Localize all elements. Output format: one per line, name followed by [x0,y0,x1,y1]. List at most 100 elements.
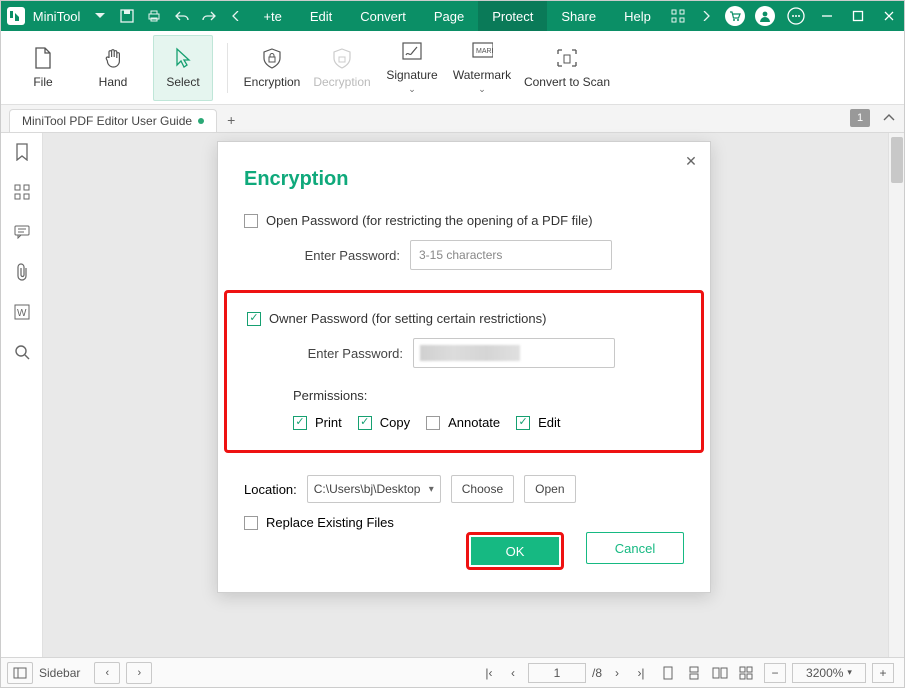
sidebar-label: Sidebar [39,666,80,680]
attachment-icon[interactable] [11,261,33,283]
dropdown-icon[interactable] [86,1,113,31]
page-next-icon[interactable]: › [608,666,626,680]
sidebar-prev[interactable]: ‹ [94,662,120,684]
perm-edit-label: Edit [538,415,560,430]
replace-files-checkbox[interactable] [244,516,258,530]
menu-page[interactable]: Page [420,1,478,31]
choose-button[interactable]: Choose [451,475,514,503]
ribbon-select[interactable]: Select [153,35,213,101]
perm-annotate-checkbox[interactable] [426,416,440,430]
comments-icon[interactable] [11,221,33,243]
chevron-down-icon: ⌄ [408,84,416,95]
search-icon[interactable] [11,341,33,363]
owner-password-input[interactable] [413,338,615,368]
menu-help[interactable]: Help [610,1,665,31]
app-logo-icon [5,4,27,28]
perm-edit-checkbox[interactable] [516,416,530,430]
collapse-ribbon-icon[interactable] [880,109,898,127]
svg-text:MARK: MARK [476,48,493,55]
ribbon-hand-label: Hand [99,75,128,89]
ribbon-watermark[interactable]: MARK Watermark ⌄ [452,35,512,101]
cancel-button[interactable]: Cancel [586,532,684,564]
ribbon-convert-scan[interactable]: Convert to Scan [522,35,612,101]
zoom-out-button[interactable]: − [764,663,786,683]
unlock-shield-icon [331,47,353,69]
view-grid-icon[interactable] [736,664,756,682]
ribbon-divider [227,43,228,93]
feedback-button[interactable] [781,1,812,31]
page-last-icon[interactable]: ›| [632,666,650,680]
document-tab[interactable]: MiniTool PDF Editor User Guide [9,109,217,132]
enter-password-label-2: Enter Password: [293,346,403,361]
save-icon[interactable] [114,1,141,31]
ribbon-hand[interactable]: Hand [83,35,143,101]
ribbon-encryption-label: Encryption [244,75,301,89]
dialog-title: Encryption [218,142,710,209]
svg-text:W: W [17,308,27,319]
undo-icon[interactable] [168,1,195,31]
owner-password-label: Owner Password (for setting certain rest… [269,311,546,326]
owner-password-highlight: Owner Password (for setting certain rest… [224,290,704,453]
perm-annotate-label: Annotate [448,415,500,430]
ribbon-encryption[interactable]: Encryption [242,35,302,101]
zoom-controls: − 3200%▾ + [764,663,894,683]
document-tabs: MiniTool PDF Editor User Guide + 1 [1,105,904,133]
unsaved-dot-icon [198,118,204,124]
open-password-checkbox[interactable] [244,214,258,228]
scan-icon [556,47,578,69]
enter-password-label: Enter Password: [290,248,400,263]
zoom-value[interactable]: 3200%▾ [792,663,866,683]
menu-edit[interactable]: Edit [296,1,346,31]
menu-convert[interactable]: Convert [346,1,420,31]
scrollbar-thumb[interactable] [891,137,903,183]
redo-icon[interactable] [195,1,222,31]
ribbon-toolbar: File Hand Select Encryption Decryption S… [1,31,904,105]
bookmark-icon[interactable] [11,141,33,163]
ok-button[interactable]: OK [471,537,559,565]
page-navigator: |‹ ‹ 1 /8 › ›| [480,663,650,683]
perm-print-checkbox[interactable] [293,416,307,430]
window-close[interactable] [873,1,904,31]
word-icon[interactable]: W [11,301,33,323]
owner-password-checkbox[interactable] [247,312,261,326]
new-tab-button[interactable]: + [217,108,245,132]
perm-print-label: Print [315,415,342,430]
ribbon-file[interactable]: File [13,35,73,101]
ribbon-signature[interactable]: Signature ⌄ [382,35,442,101]
vertical-scrollbar[interactable] [888,133,904,657]
print-icon[interactable] [141,1,168,31]
page-first-icon[interactable]: |‹ [480,666,498,680]
open-password-input[interactable]: 3-15 characters [410,240,612,270]
window-maximize[interactable] [842,1,873,31]
account-button[interactable] [750,1,781,31]
page-input[interactable]: 1 [528,663,586,683]
menu-prev-icon[interactable] [222,1,249,31]
ribbon-signature-label: Signature [386,68,437,82]
lock-shield-icon [261,47,283,69]
cart-button[interactable] [719,1,750,31]
encryption-dialog: ✕ Encryption Open Password (for restrict… [217,141,711,593]
menu-next-icon[interactable] [692,1,719,31]
chevron-down-icon: ▾ [429,484,434,495]
ribbon-convert-scan-label: Convert to Scan [524,75,610,89]
view-continuous-icon[interactable] [684,664,704,682]
cursor-icon [172,47,194,69]
view-facing-icon[interactable] [710,664,730,682]
location-combo[interactable]: C:\Users\bj\Desktop ▾ [307,475,441,503]
menu-cut[interactable]: +te [249,1,295,31]
sidebar-next[interactable]: › [126,662,152,684]
menu-share[interactable]: Share [547,1,610,31]
perm-copy-checkbox[interactable] [358,416,372,430]
window-minimize[interactable] [812,1,843,31]
thumbnails-icon[interactable] [11,181,33,203]
page-prev-icon[interactable]: ‹ [504,666,522,680]
sidebar-toggle[interactable] [7,662,33,684]
menu-protect[interactable]: Protect [478,1,547,31]
view-single-icon[interactable] [658,664,678,682]
watermark-icon: MARK [471,40,493,62]
dialog-close-icon[interactable]: ✕ [682,152,700,170]
apps-icon[interactable] [665,1,692,31]
open-button[interactable]: Open [524,475,575,503]
zoom-in-button[interactable]: + [872,663,894,683]
signature-icon [401,40,423,62]
